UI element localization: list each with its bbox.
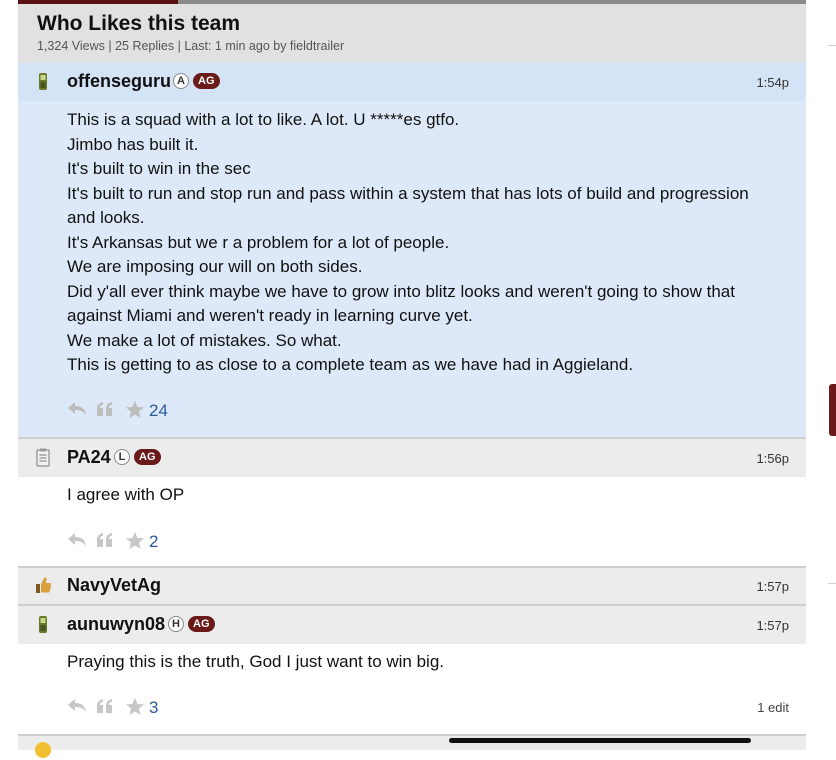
thread-container: Who Likes this team 1,324 Views | 25 Rep… xyxy=(18,0,806,758)
post-line: Praying this is the truth, God I just wa… xyxy=(67,652,445,671)
post-body: I agree with OP 2 xyxy=(18,477,806,566)
reply-icon[interactable] xyxy=(67,400,87,418)
post-time: 1:57p xyxy=(756,618,789,633)
ag-badge: AG xyxy=(134,449,161,465)
post-line: It's built to win in the sec xyxy=(67,159,251,178)
thread-meta: 1,324 Views | 25 Replies | Last: 1 min a… xyxy=(37,39,345,53)
post-line: It's Arkansas but we r a problem for a l… xyxy=(67,232,450,252)
emoji-icon xyxy=(35,742,51,758)
post-line: This is a squad with a lot to like. A lo… xyxy=(67,110,460,129)
post-line: I agree with OP xyxy=(67,485,185,504)
quote-icon[interactable] xyxy=(95,697,115,715)
thumbs-up-icon xyxy=(36,577,52,593)
post-content: I agree with OP xyxy=(67,483,184,508)
ag-badge: AG xyxy=(188,616,215,632)
post-pa24: PA24 L AG 1:56p I agree with OP 2 xyxy=(18,439,806,566)
post-time: 1:54p xyxy=(756,75,789,90)
post-body: Praying this is the truth, God I just wa… xyxy=(18,644,806,734)
notepad-icon xyxy=(36,448,50,467)
quote-icon[interactable] xyxy=(95,531,115,549)
edit-note[interactable]: 1 edit xyxy=(757,700,789,715)
reply-icon[interactable] xyxy=(67,697,87,715)
post-content: Praying this is the truth, God I just wa… xyxy=(67,650,444,675)
post-line: and looks. xyxy=(67,208,145,227)
post-line: We make a lot of mistakes. So what. xyxy=(67,330,342,350)
side-edge-line xyxy=(828,583,836,584)
post-header: offenseguru A AG 1:54p xyxy=(18,63,806,101)
post-line: Jimbo has built it. xyxy=(67,134,199,154)
post-line: We are imposing our will on both sides. xyxy=(67,257,363,276)
rank-badge: H xyxy=(168,616,184,632)
side-edge-line xyxy=(828,45,836,46)
username[interactable]: NavyVetAg xyxy=(67,575,161,596)
star-icon[interactable] xyxy=(125,400,145,419)
post-time: 1:56p xyxy=(756,451,789,466)
star-icon[interactable] xyxy=(125,697,145,716)
post-header: aunuwyn08 H AG 1:57p xyxy=(18,606,806,644)
post-navyvetag: NavyVetAg 1:57p xyxy=(18,568,806,604)
thread-header: Who Likes this team 1,324 Views | 25 Rep… xyxy=(18,4,806,63)
side-scroll-tab[interactable] xyxy=(829,384,836,436)
quote-icon[interactable] xyxy=(95,400,115,418)
phone-icon xyxy=(39,73,47,90)
post-time: 1:57p xyxy=(756,579,789,594)
post-header: PA24 L AG 1:56p xyxy=(18,439,806,477)
username[interactable]: aunuwyn08 xyxy=(67,614,165,635)
post-line: against Miami and weren't ready in learn… xyxy=(67,306,473,325)
post-content: This is a squad with a lot to like. A lo… xyxy=(67,108,749,378)
username[interactable]: offenseguru xyxy=(67,71,171,92)
post-line: This is getting to as close to a complet… xyxy=(67,355,634,374)
ag-badge: AG xyxy=(193,73,220,89)
post-offenseguru: offenseguru A AG 1:54p This is a squad w… xyxy=(18,63,806,437)
phone-icon xyxy=(39,616,47,633)
star-count[interactable]: 2 xyxy=(149,532,158,552)
post-header: NavyVetAg 1:57p xyxy=(18,568,806,604)
thread-title: Who Likes this team xyxy=(37,12,241,35)
username[interactable]: PA24 xyxy=(67,447,111,468)
reply-icon[interactable] xyxy=(67,531,87,549)
post-line: It's built to run and stop run and pass … xyxy=(67,183,749,203)
home-indicator[interactable] xyxy=(449,738,751,743)
rank-badge: A xyxy=(173,73,189,89)
star-count[interactable]: 24 xyxy=(149,401,168,421)
star-icon[interactable] xyxy=(125,531,145,550)
rank-badge: L xyxy=(114,449,130,465)
post-aunuwyn08: aunuwyn08 H AG 1:57p Praying this is the… xyxy=(18,606,806,734)
post-line: Did y'all ever think maybe we have to gr… xyxy=(67,281,735,301)
star-count[interactable]: 3 xyxy=(149,698,158,718)
